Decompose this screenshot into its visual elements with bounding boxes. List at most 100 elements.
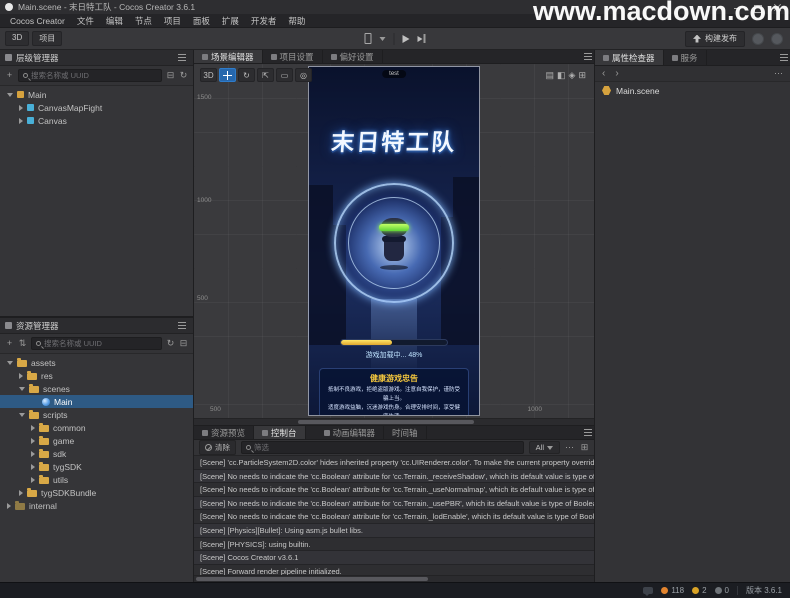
- collapsed-arrow-icon[interactable]: [31, 450, 35, 457]
- scrollbar-thumb[interactable]: [298, 420, 474, 424]
- tab-scene-editor[interactable]: 场景编辑器: [194, 50, 263, 63]
- console-log-row[interactable]: [Scene] Cocos Creator v3.6.1: [194, 551, 594, 565]
- menu-edit[interactable]: 编辑: [100, 15, 129, 27]
- menu-cocos-creator[interactable]: Cocos Creator: [4, 16, 71, 26]
- maximize-icon[interactable]: [753, 3, 762, 13]
- gizmo-settings-icon[interactable]: ◈: [569, 68, 576, 82]
- asset-folder-tygsdkbundle[interactable]: tygSDKBundle: [0, 486, 193, 499]
- hierarchy-node-canvasmapfight[interactable]: CanvasMapFight: [0, 101, 193, 114]
- expand-arrow-icon[interactable]: [19, 412, 25, 417]
- expand-arrow-icon[interactable]: [7, 92, 13, 97]
- console-filter[interactable]: [241, 441, 524, 454]
- scrollbar-thumb[interactable]: [196, 577, 428, 581]
- console-log-row[interactable]: [Scene] Forward render pipeline initiali…: [194, 564, 594, 575]
- asset-folder-tygsdk[interactable]: tygSDK: [0, 460, 193, 473]
- error-badge[interactable]: 118: [661, 586, 684, 595]
- menu-node[interactable]: 节点: [129, 15, 158, 27]
- user-avatar-icon[interactable]: [771, 32, 783, 45]
- info-badge[interactable]: 0: [714, 586, 729, 595]
- menu-extension[interactable]: 扩展: [216, 15, 245, 27]
- asset-folder-utils[interactable]: utils: [0, 473, 193, 486]
- hierarchy-node-canvas[interactable]: Canvas: [0, 114, 193, 127]
- tab-animation-editor[interactable]: 动画编辑器: [316, 426, 385, 439]
- asset-file-main-scene[interactable]: Main: [0, 395, 193, 408]
- tab-asset-preview[interactable]: 资源预览: [194, 426, 255, 439]
- device-caret-icon[interactable]: [379, 36, 386, 41]
- inspector-more-icon[interactable]: ⋯: [774, 69, 783, 78]
- scene-tabbar-menu-icon[interactable]: [584, 56, 592, 57]
- asset-folder-scripts[interactable]: scripts: [0, 408, 193, 421]
- camera-settings-icon[interactable]: ⊞: [578, 68, 586, 82]
- expand-arrow-icon[interactable]: [7, 360, 13, 365]
- assets-menu-icon[interactable]: [178, 325, 186, 326]
- scene-3d-toggle[interactable]: 3D: [200, 68, 217, 82]
- asset-folder-internal[interactable]: internal: [0, 499, 193, 512]
- expand-arrow-icon[interactable]: [19, 386, 25, 391]
- collapsed-arrow-icon[interactable]: [19, 489, 23, 496]
- scene-viewport[interactable]: 3D ↻ ⇱ ▭ ◎ ▤ ◧ ◈ ⊞ 1500 1000 500 500 100…: [194, 64, 594, 425]
- tab-services[interactable]: 服务: [664, 50, 707, 65]
- nav-forward-icon[interactable]: ›: [615, 68, 618, 79]
- console-horizontal-scrollbar[interactable]: [194, 575, 594, 582]
- asset-folder-scenes[interactable]: scenes: [0, 382, 193, 395]
- console-log-row[interactable]: [Scene] No needs to indicate the 'cc.Boo…: [194, 496, 594, 511]
- project-button[interactable]: 项目: [32, 31, 63, 46]
- notification-icon[interactable]: [752, 32, 764, 45]
- refresh-icon[interactable]: ↻: [179, 71, 188, 80]
- collapse-all-icon[interactable]: ⊟: [166, 71, 175, 80]
- menu-panel[interactable]: 面板: [187, 15, 216, 27]
- grid-toggle-icon[interactable]: ▤: [546, 68, 555, 82]
- collapsed-arrow-icon[interactable]: [19, 104, 23, 111]
- collapse-all-icon[interactable]: ⊟: [179, 339, 188, 348]
- console-more-icon[interactable]: ⋯: [565, 443, 574, 452]
- device-icon[interactable]: [364, 33, 372, 44]
- add-asset-button[interactable]: +: [5, 339, 14, 348]
- console-log-row[interactable]: [Scene] [Physics][Bullet]: Using asm.js …: [194, 523, 594, 538]
- hierarchy-search-input[interactable]: [31, 71, 157, 80]
- asset-folder-game[interactable]: game: [0, 434, 193, 447]
- message-icon[interactable]: [643, 587, 654, 596]
- hierarchy-menu-icon[interactable]: [178, 57, 186, 58]
- nav-back-icon[interactable]: ‹: [602, 68, 605, 79]
- mode-3d-button[interactable]: 3D: [5, 31, 30, 46]
- console-log-row[interactable]: [Scene] No needs to indicate the 'cc.Boo…: [194, 483, 594, 497]
- clear-console-button[interactable]: 清除: [199, 440, 236, 455]
- hierarchy-node-main[interactable]: Main: [0, 88, 193, 101]
- menu-file[interactable]: 文件: [71, 15, 100, 27]
- rect-tool-button[interactable]: ▭: [276, 68, 293, 82]
- collapsed-arrow-icon[interactable]: [31, 424, 35, 431]
- tab-preferences[interactable]: 偏好设置: [323, 50, 383, 63]
- inspector-menu-icon[interactable]: [780, 57, 788, 58]
- inspector-scene-item[interactable]: Main.scene: [595, 82, 790, 99]
- test-pill-button[interactable]: test: [382, 70, 406, 78]
- refresh-icon[interactable]: ↻: [166, 339, 175, 348]
- add-node-button[interactable]: +: [5, 71, 14, 80]
- warning-badge[interactable]: 2: [692, 586, 707, 595]
- asset-folder-assets[interactable]: assets: [0, 356, 193, 369]
- world-local-toggle[interactable]: ◎: [295, 68, 312, 82]
- tab-console[interactable]: 控制台: [254, 426, 306, 439]
- asset-folder-sdk[interactable]: sdk: [0, 447, 193, 460]
- collapsed-arrow-icon[interactable]: [19, 372, 23, 379]
- collapsed-arrow-icon[interactable]: [19, 117, 23, 124]
- log-level-dropdown[interactable]: All: [528, 441, 560, 454]
- sort-icon[interactable]: ⇅: [18, 339, 27, 348]
- console-filter-input[interactable]: [254, 443, 519, 452]
- tab-project-settings[interactable]: 项目设置: [263, 50, 323, 63]
- rotate-tool-button[interactable]: ↻: [238, 68, 255, 82]
- scale-tool-button[interactable]: ⇱: [257, 68, 274, 82]
- asset-folder-common[interactable]: common: [0, 421, 193, 434]
- collapsed-arrow-icon[interactable]: [31, 437, 35, 444]
- hierarchy-search[interactable]: [18, 69, 162, 82]
- console-log-row[interactable]: [Scene] [PHYSICS]: using builtin.: [194, 537, 594, 552]
- collapsed-arrow-icon[interactable]: [31, 463, 35, 470]
- scene-horizontal-scrollbar[interactable]: [194, 418, 594, 425]
- close-icon[interactable]: [773, 3, 781, 12]
- tab-timeline[interactable]: 时间轴: [384, 426, 427, 439]
- console-log-row[interactable]: [Scene] 'cc.ParticleSystem2D.color' hide…: [194, 456, 594, 470]
- assets-search[interactable]: [31, 337, 162, 350]
- light-toggle-icon[interactable]: ◧: [557, 68, 566, 82]
- tab-inspector[interactable]: 属性检查器: [595, 50, 664, 65]
- minimize-icon[interactable]: [733, 3, 741, 12]
- asset-folder-res[interactable]: res: [0, 369, 193, 382]
